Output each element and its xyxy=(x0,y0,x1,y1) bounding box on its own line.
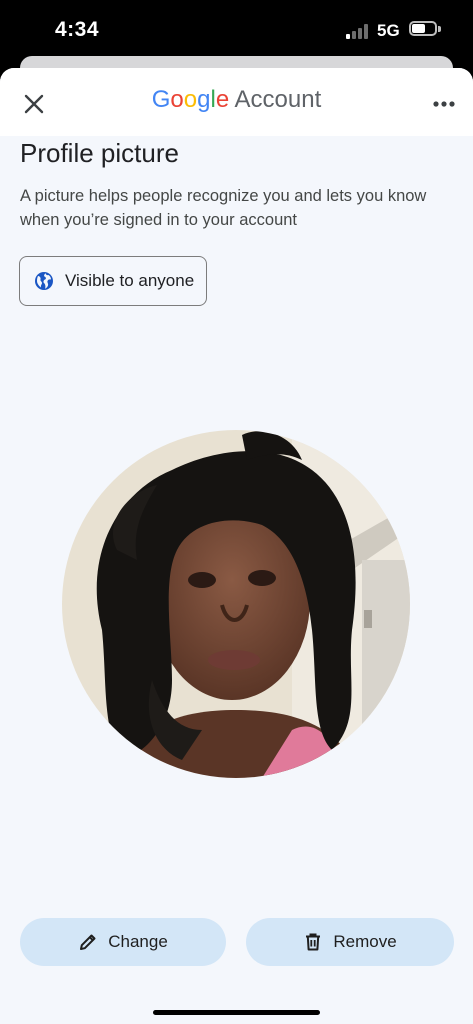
change-button[interactable]: Change xyxy=(20,918,226,966)
brand-suffix: Account xyxy=(234,86,322,113)
more-vert-icon xyxy=(433,101,455,107)
google-wordmark: Google xyxy=(152,86,229,113)
status-time: 4:34 xyxy=(55,18,100,41)
page-description: A picture helps people recognize you and… xyxy=(20,187,427,229)
google-account-logo: Google Account xyxy=(0,86,473,114)
network-label: 5G xyxy=(377,21,400,40)
pencil-icon xyxy=(80,934,96,950)
google-letter: G xyxy=(151,86,171,113)
profile-photo[interactable] xyxy=(62,430,410,778)
remove-button[interactable]: Remove xyxy=(246,918,454,966)
google-letter: g xyxy=(197,86,211,113)
google-letter: e xyxy=(215,86,230,113)
remove-label: Remove xyxy=(333,932,397,951)
google-letter: o xyxy=(170,86,184,113)
trash-icon xyxy=(306,933,321,951)
visibility-button[interactable]: Visible to anyone xyxy=(19,256,207,306)
profile-picture-sheet: Google Account Profile picture A picture… xyxy=(0,68,473,1024)
top-app-bar: Google Account xyxy=(0,68,473,136)
signal-icon xyxy=(346,23,372,39)
change-label: Change xyxy=(108,932,168,951)
status-bar: 4:34 5G xyxy=(0,0,473,62)
home-indicator[interactable] xyxy=(153,1010,320,1015)
battery-icon xyxy=(409,21,437,36)
google-letter: o xyxy=(183,86,198,113)
battery-level xyxy=(412,24,426,33)
more-options-button[interactable] xyxy=(428,92,460,116)
visibility-label: Visible to anyone xyxy=(65,271,195,290)
page-title: Profile picture xyxy=(20,138,179,168)
battery-tip xyxy=(438,26,441,32)
profile-photo-image xyxy=(62,430,410,778)
globe-icon xyxy=(35,272,53,290)
